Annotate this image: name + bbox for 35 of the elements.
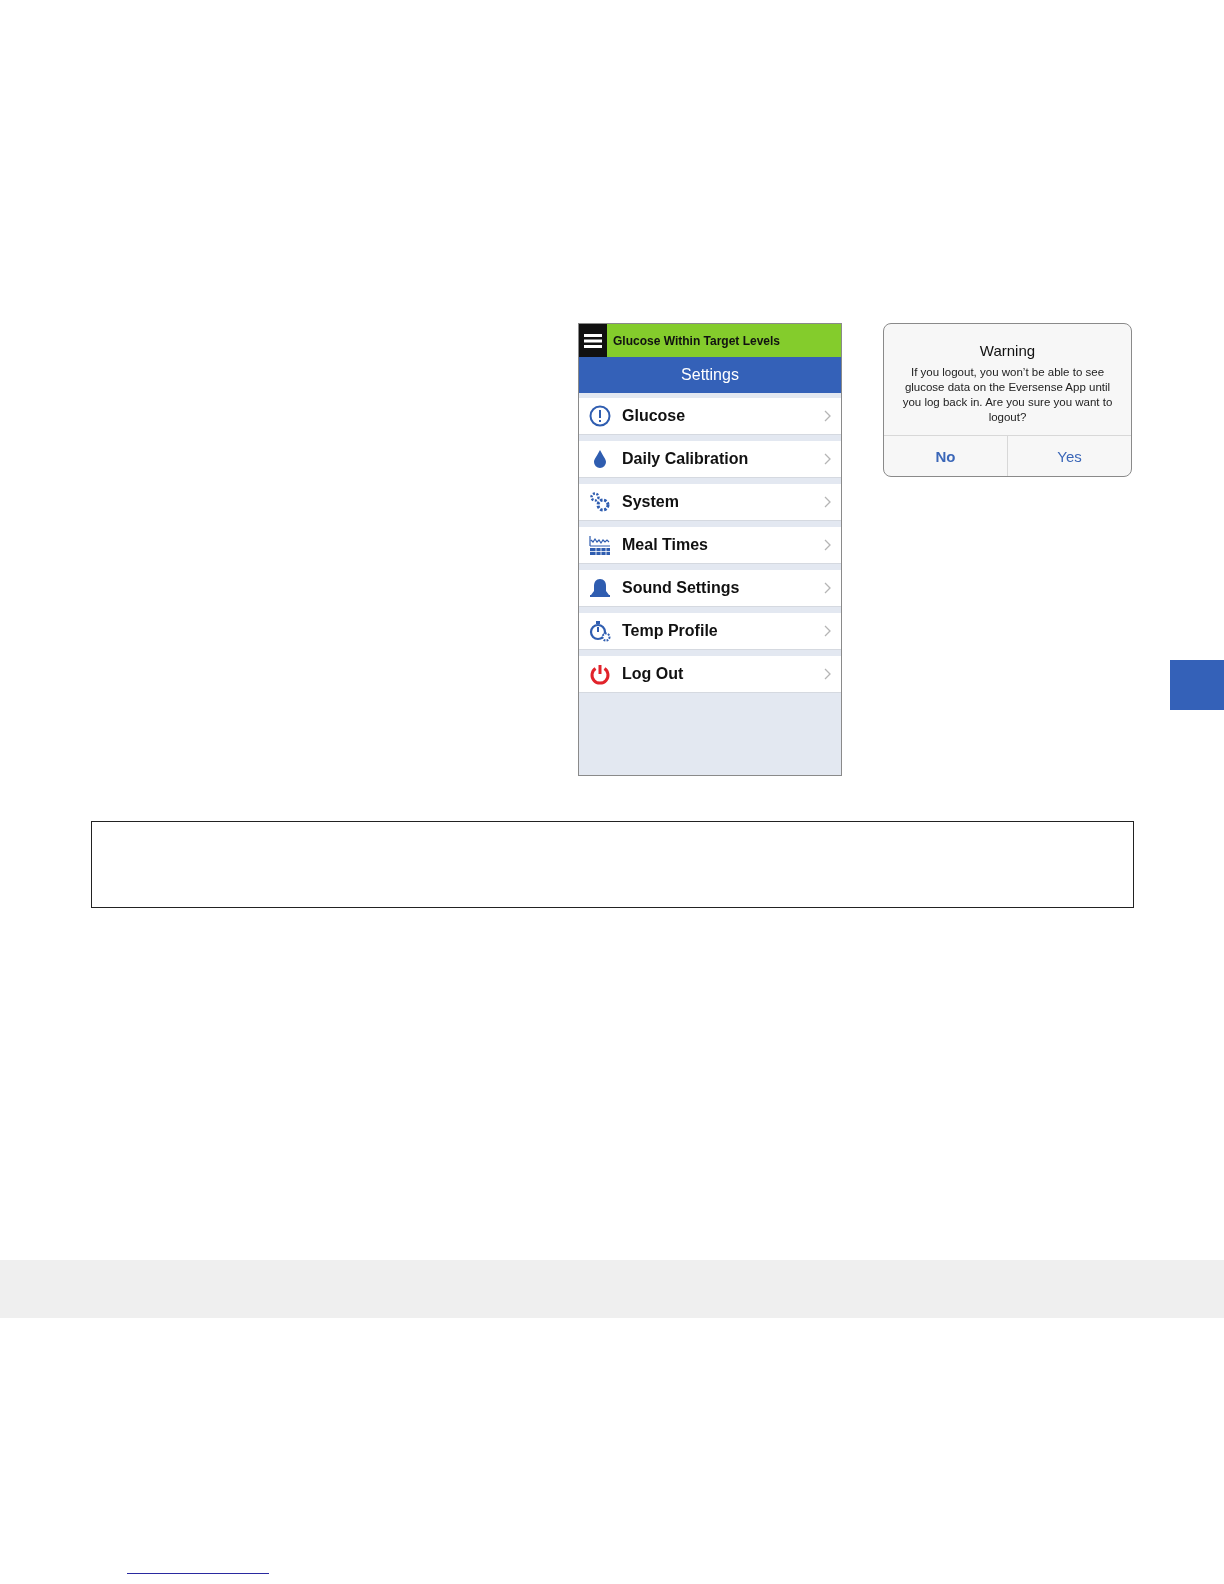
status-text: Glucose Within Target Levels (613, 333, 781, 348)
item-label: Meal Times (622, 536, 709, 554)
calendar-chart-icon (589, 534, 611, 556)
chevron-icon (824, 410, 831, 422)
chevron-icon (824, 668, 831, 680)
bell-icon (589, 577, 611, 599)
dialog-button[interactable]: Yes (1007, 436, 1131, 476)
menu-icon (584, 333, 602, 348)
stopwatch-gear-icon (589, 620, 611, 642)
settings-item[interactable]: Temp Profile (579, 613, 841, 650)
exclamation-circle-icon (589, 405, 611, 427)
settings-item[interactable]: Sound Settings (579, 570, 841, 607)
screen-title: Settings (579, 357, 841, 393)
chevron-icon (824, 453, 831, 465)
item-label: System (622, 493, 680, 511)
chevron-icon (824, 625, 831, 637)
gears-icon (589, 491, 611, 513)
dialog-title: Warning (978, 342, 1037, 359)
item-label: Log Out (622, 665, 685, 683)
dialog-message: If you logout, you won’t be able to see glucose data on the Eversense App until you log back in. Are you sure you want to logout? (901, 365, 1114, 425)
settings-item[interactable]: Log Out (579, 656, 841, 693)
settings-item[interactable]: System (579, 484, 841, 521)
settings-item[interactable]: Meal Times (579, 527, 841, 564)
chevron-icon (824, 582, 831, 594)
item-label: Glucose (622, 407, 687, 425)
power-icon (589, 663, 611, 685)
menu-button[interactable] (579, 324, 607, 357)
item-label: Sound Settings (622, 579, 741, 597)
item-label: Temp Profile (622, 622, 719, 640)
item-label: Daily Calibration (622, 450, 750, 468)
dialog-button[interactable]: No (884, 436, 1007, 476)
settings-item[interactable]: Daily Calibration (579, 441, 841, 478)
chevron-icon (824, 539, 831, 551)
settings-item[interactable]: Glucose (579, 398, 841, 435)
chevron-icon (824, 496, 831, 508)
